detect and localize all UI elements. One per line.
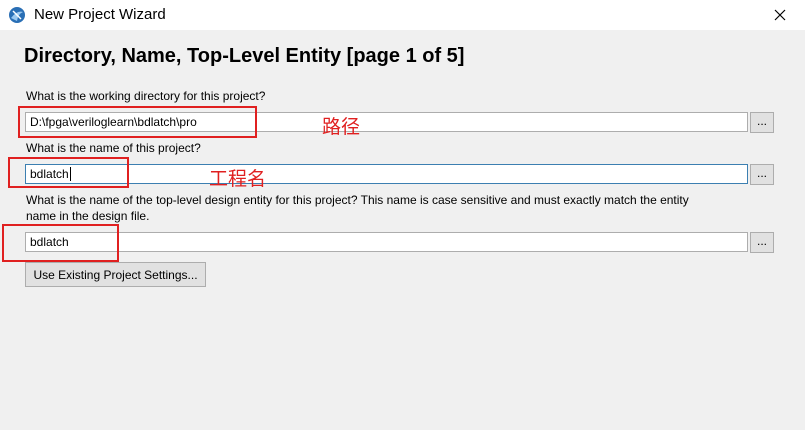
annotation-path: 路径 [322, 116, 361, 138]
directory-label: What is the working directory for this p… [26, 89, 266, 103]
project-name-browse-button[interactable]: ... [750, 164, 774, 185]
project-name-label: What is the name of this project? [26, 141, 201, 155]
page-title: Directory, Name, Top-Level Entity [page … [24, 45, 465, 67]
close-button[interactable] [760, 0, 800, 30]
highlight-box-top-entity [2, 224, 119, 262]
project-name-input[interactable]: bdlatch [25, 164, 748, 184]
directory-browse-button[interactable]: ... [750, 112, 774, 133]
highlight-box-directory [18, 106, 257, 138]
highlight-box-project-name [8, 157, 129, 188]
top-entity-browse-button[interactable]: ... [750, 232, 774, 253]
close-icon [774, 9, 786, 21]
top-entity-label-line1: What is the name of the top-level design… [26, 193, 689, 207]
top-entity-input[interactable]: bdlatch [25, 232, 748, 252]
annotation-project: 工程名 [209, 168, 267, 190]
window-title: New Project Wizard [34, 6, 166, 23]
title-bar: New Project Wizard [0, 0, 805, 30]
top-entity-label-line2: name in the design file. [26, 209, 150, 223]
app-logo-icon [9, 7, 25, 23]
use-existing-settings-button[interactable]: Use Existing Project Settings... [25, 262, 206, 287]
